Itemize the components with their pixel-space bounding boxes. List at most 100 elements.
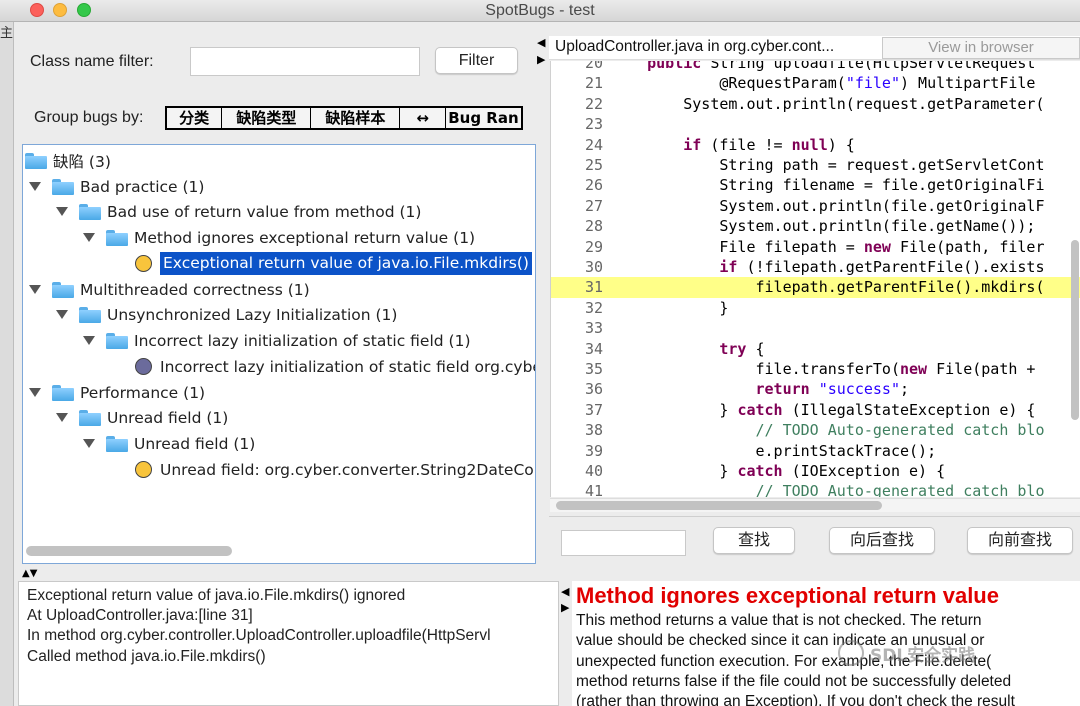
code-line: 28 System.out.println(file.getName()); [551,216,1080,236]
group-option-bug-rank[interactable]: Bug Ran [446,108,521,128]
code-text: if (file != null) { [683,135,855,154]
expand-arrow-icon[interactable] [29,388,41,397]
description-line: method returns false if the file could n… [576,673,1012,690]
code-text: File filepath = new File(path, filer [611,237,1045,256]
line-number: 28 [584,217,603,236]
code-line: 29 File filepath = new File(path, filer [551,237,1080,257]
code-horizontal-scrollbar[interactable] [556,501,882,510]
detail-line[interactable]: In method org.cyber.controller.UploadCon… [27,627,491,645]
line-number: 22 [584,94,603,113]
group-by-bar: 分类 缺陷类型 缺陷样本 ↔ Bug Ran [165,106,523,130]
line-number: 23 [584,115,603,134]
line-number: 40 [584,462,603,480]
code-line: 26 String filename = file.getOriginalFi [551,175,1080,195]
code-text: } catch (IOException e) { [611,462,946,480]
line-number: 26 [584,176,603,195]
line-number: 29 [584,237,603,256]
bug-tree: 缺陷 (3) Bad practice (1) Bad use of retur… [22,144,536,564]
line-number: 32 [584,298,603,317]
code-text: if (!filepath.getParentFile().exists [719,258,1045,276]
class-filter-input[interactable] [190,47,420,76]
tree-row-label: Unread field (1) [134,434,256,453]
source-code-view[interactable]: 20 public String uploadfile(HttpServletR… [550,61,1080,497]
filter-button[interactable]: Filter [435,47,518,74]
tree-row-bug-type[interactable]: Incorrect lazy initialization of static … [83,328,471,353]
detail-line[interactable]: At UploadController.java:[line 31] [27,607,253,625]
expand-arrow-icon[interactable] [56,310,68,319]
tree-row-bug-instance[interactable]: Incorrect lazy initialization of static … [135,354,535,379]
folder-icon [106,229,128,246]
line-number: 35 [584,360,603,378]
code-text: System.out.println(request.getParameter( [611,94,1045,113]
code-text: // TODO Auto-generated catch blo [755,421,1045,440]
code-text: } [611,298,729,317]
group-option-bug-type[interactable]: 缺陷类型 [222,108,312,128]
code-text: String filename = file.getOriginalFi [611,176,1045,195]
code-text: filepath.getParentFile().mkdirs( [611,278,1045,297]
tree-row-bug-type[interactable]: Unread field (1) [83,431,255,456]
detail-line[interactable]: Called method java.io.File.mkdirs() [27,648,266,666]
group-option-category[interactable]: 分类 [167,108,223,128]
class-filter-label: Class name filter: [30,53,154,70]
tree-row-bug-type[interactable]: Method ignores exceptional return value … [83,225,475,250]
bug-description-panel: Method ignores exceptional return value … [572,581,1080,706]
collapse-left-arrow-icon[interactable]: ◀ [537,36,545,49]
group-option-bug-pattern[interactable]: 缺陷样本 [311,108,401,128]
expand-arrow-icon[interactable] [83,439,95,448]
bug-rank-yellow-icon [135,255,152,272]
tree-row-label: Unread field (1) [107,408,229,427]
code-line: 36 return "success"; [551,379,1080,399]
code-line: 40 } catch (IOException e) { [551,461,1080,481]
tree-row-category[interactable]: Bad practice (1) [29,174,204,199]
tree-row-bug-instance[interactable]: Unread field: org.cyber.converter.String… [135,457,534,482]
line-number: 33 [584,319,603,338]
line-number: 36 [584,380,603,399]
code-line: 32 } [551,298,1080,318]
split-pane-arrows-icon[interactable]: ▲▼ [22,568,37,579]
code-line: 27 System.out.println(file.getOriginalF [551,196,1080,216]
tree-row-pattern[interactable]: Unread field (1) [56,405,228,430]
expand-arrow-icon[interactable] [56,207,68,216]
folder-icon [25,152,47,169]
expand-arrow-icon[interactable] [83,336,95,345]
expand-arrow-icon[interactable] [29,182,41,191]
watermark: SDL安全实践 [838,640,975,666]
folder-icon [79,409,101,426]
line-number: 27 [584,196,603,215]
tree-horizontal-scrollbar[interactable] [26,546,232,556]
code-line: 41 // TODO Auto-generated catch blo [551,481,1080,497]
tree-row-category[interactable]: Multithreaded correctness (1) [29,277,310,302]
source-file-label: UploadController.java in org.cyber.cont.… [555,38,835,55]
find-button[interactable]: 查找 [713,527,795,554]
line-number: 24 [584,135,603,154]
collapse-right-arrow-icon[interactable]: ▶ [537,53,545,66]
tree-row-pattern[interactable]: Unsynchronized Lazy Initialization (1) [56,302,397,327]
expand-arrow-icon[interactable] [83,233,95,242]
collapse-right-arrow-icon[interactable]: ▶ [561,601,569,614]
tree-row-label: Unread field: org.cyber.converter.String… [160,460,534,479]
bug-rank-yellow-icon [135,461,152,478]
code-vertical-scrollbar[interactable] [1071,240,1079,420]
tree-row-root[interactable]: 缺陷 (3) [25,148,111,173]
code-line: 37 } catch (IllegalStateException e) { [551,400,1080,420]
find-previous-button[interactable]: 向前查找 [967,527,1073,554]
expand-arrow-icon[interactable] [29,285,41,294]
code-text: public String uploadfile(HttpServletRequ… [647,61,1036,72]
line-number: 39 [584,441,603,460]
expand-arrow-icon[interactable] [56,413,68,422]
view-in-browser-button[interactable]: View in browser [882,37,1080,59]
description-line: This method returns a value that is not … [576,612,982,629]
spotbugs-window: SpotBugs - test 主 Class name filter: Fil… [0,0,1080,706]
collapse-left-arrow-icon[interactable]: ◀ [561,585,569,598]
bug-details-panel: Exceptional return value of java.io.File… [18,581,559,706]
folder-icon [52,178,74,195]
tree-row-category[interactable]: Performance (1) [29,380,205,405]
group-swap-icon[interactable]: ↔ [400,108,446,128]
line-number: 38 [584,421,603,440]
tree-row-bug-instance-selected[interactable]: Exceptional return value of java.io.File… [135,251,532,276]
tree-row-pattern[interactable]: Bad use of return value from method (1) [56,199,421,224]
find-input[interactable] [561,530,686,556]
find-next-button[interactable]: 向后查找 [829,527,935,554]
folder-icon [79,306,101,323]
folder-icon [52,384,74,401]
